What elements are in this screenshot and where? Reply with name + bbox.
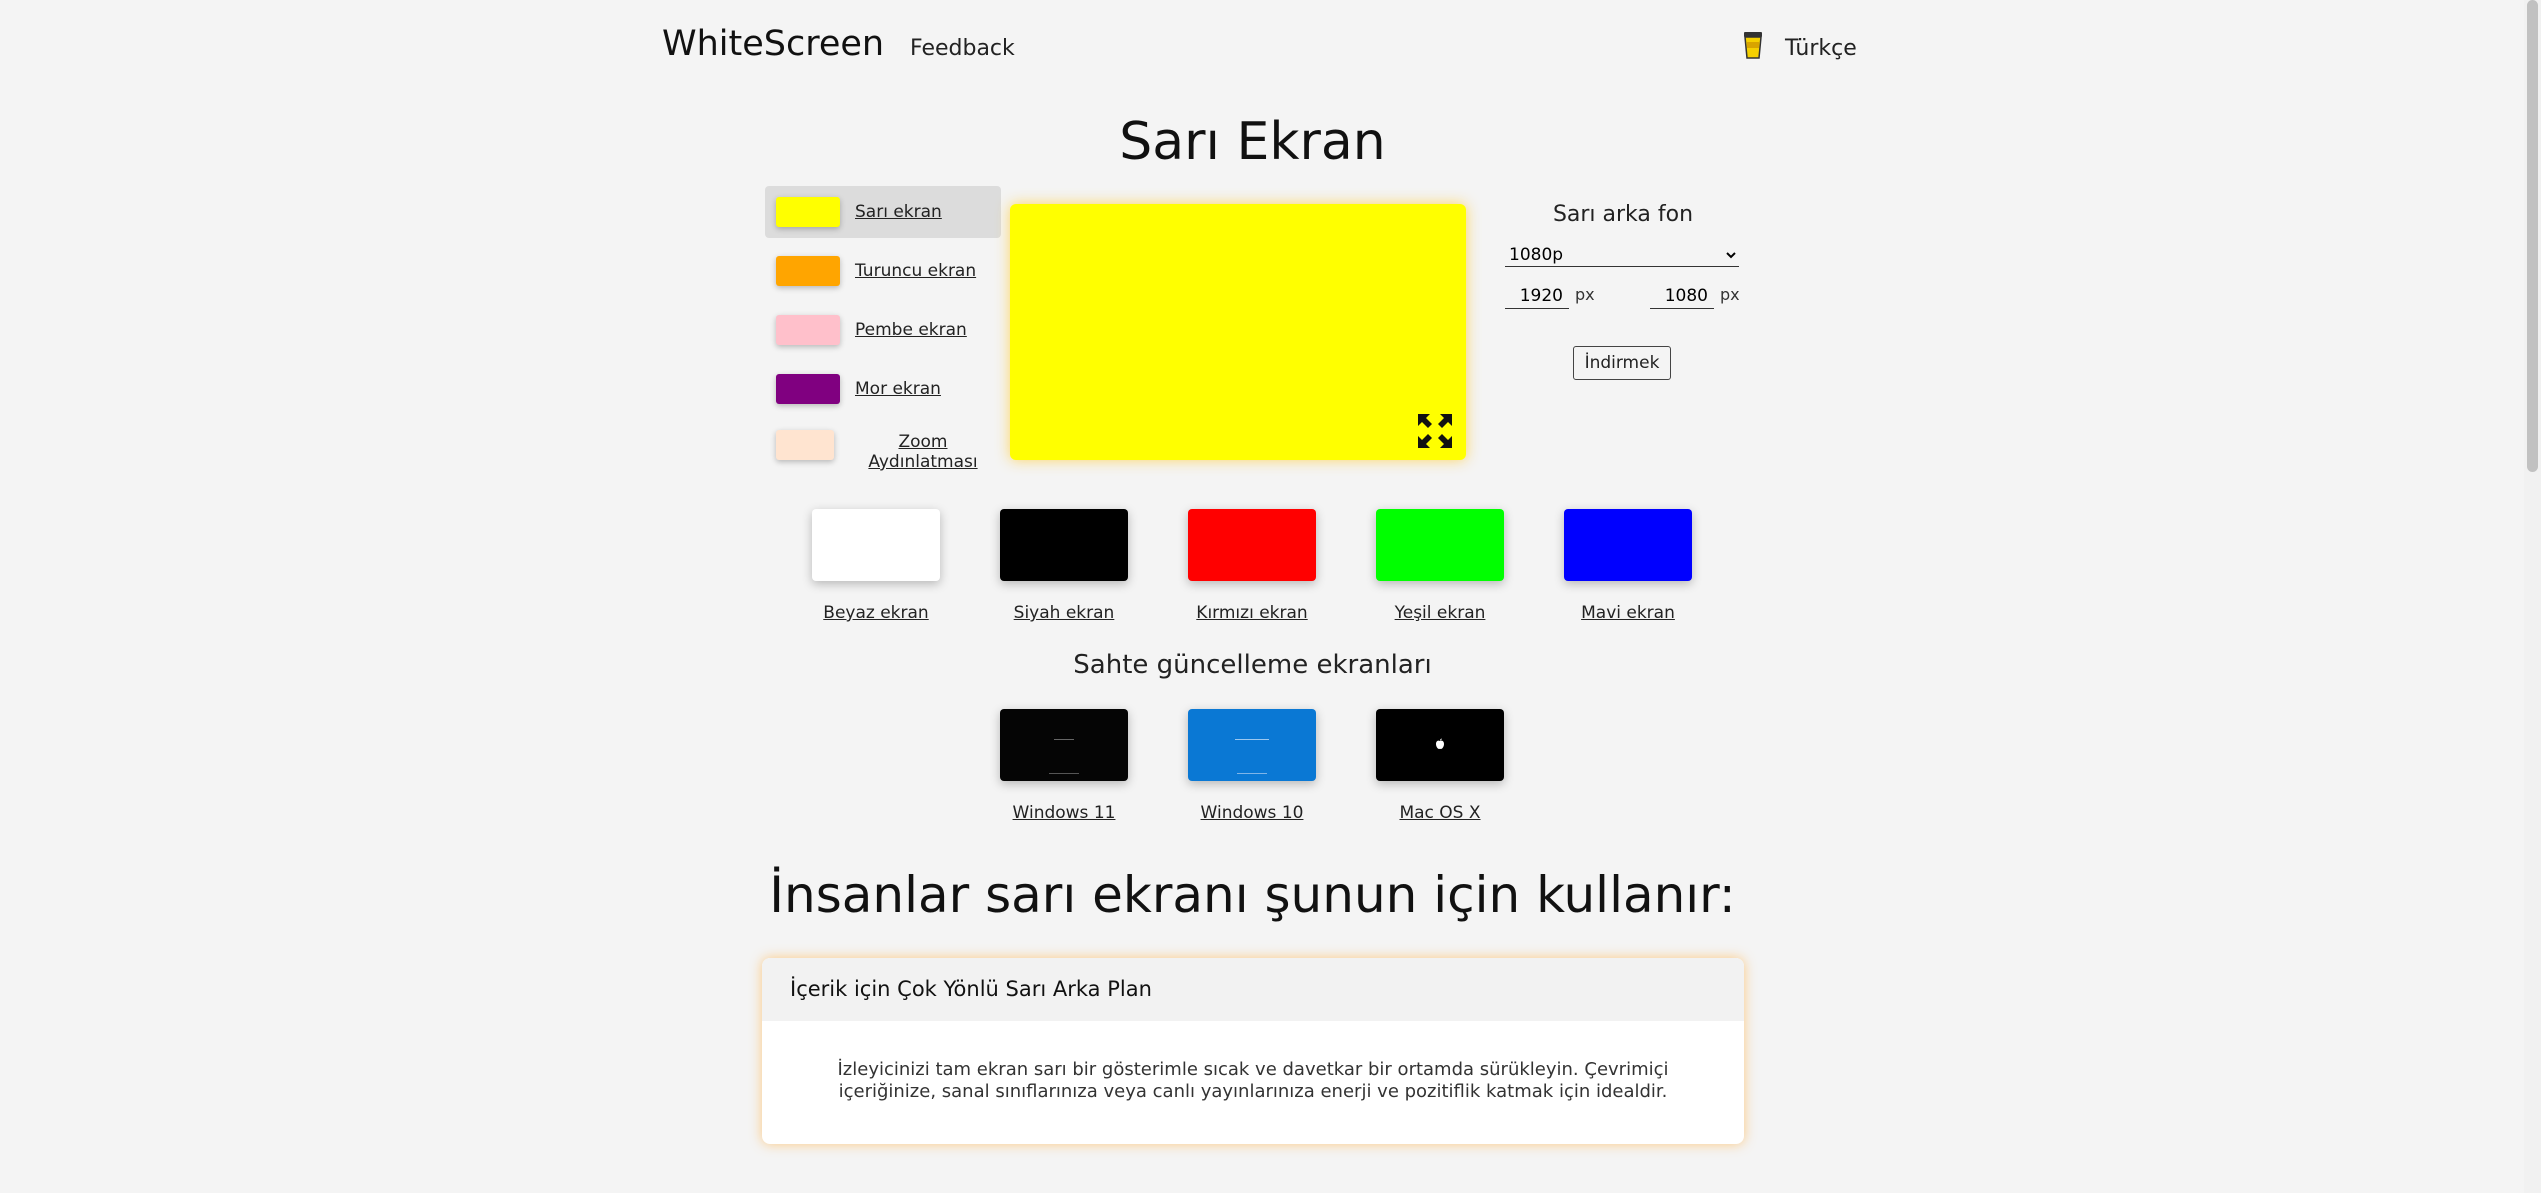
header: WhiteScreen Feedback Türkçe xyxy=(662,22,1857,82)
page-title: Sarı Ekran xyxy=(1119,112,1386,172)
grid-swatch xyxy=(1376,509,1504,581)
card-title: İçerik için Çok Yönlü Sarı Arka Plan xyxy=(762,958,1744,1021)
color-item-pink[interactable]: Pembe ekran xyxy=(765,304,1001,356)
uses-title: İnsanlar sarı ekranı şunun için kullanır… xyxy=(769,866,1736,924)
grid-label: Siyah ekran xyxy=(1013,603,1115,623)
color-swatch xyxy=(776,430,834,460)
grid-item-green[interactable]: Yeşil ekran xyxy=(1375,509,1505,623)
card-text: İzleyicinizi tam ekran sarı bir gösterim… xyxy=(837,1059,1669,1102)
fake-item-windows-11[interactable]: Windows 11 xyxy=(999,709,1129,823)
grid-swatch xyxy=(1188,509,1316,581)
feedback-link[interactable]: Feedback xyxy=(910,36,1015,61)
color-item-purple[interactable]: Mor ekran xyxy=(765,363,1001,415)
fake-item-mac-os-x[interactable]: Mac OS X xyxy=(1375,709,1505,823)
grid-swatch xyxy=(1000,509,1128,581)
color-item-label: Zoom Aydınlatması xyxy=(868,432,978,472)
windows-10-thumbnail xyxy=(1188,709,1316,781)
grid-item-black[interactable]: Siyah ekran xyxy=(999,509,1129,623)
color-item-label: Turuncu ekran xyxy=(855,261,977,281)
height-input[interactable] xyxy=(1650,283,1714,309)
apple-logo-icon xyxy=(1436,738,1444,749)
grid-label: Yeşil ekran xyxy=(1394,603,1486,623)
color-swatch xyxy=(776,315,840,345)
grid-label: Kırmızı ekran xyxy=(1196,603,1308,623)
mac-os-x-thumbnail xyxy=(1376,709,1504,781)
color-item-label: Mor ekran xyxy=(855,379,941,399)
color-item-zoom-lighting[interactable]: Zoom Aydınlatması xyxy=(765,422,1001,486)
grid-label: Mavi ekran xyxy=(1581,603,1675,623)
grid-item-red[interactable]: Kırmızı ekran xyxy=(1187,509,1317,623)
coffee-cup-icon[interactable] xyxy=(1742,30,1764,60)
windows-11-thumbnail xyxy=(1000,709,1128,781)
color-preview[interactable] xyxy=(1010,204,1466,460)
grid-item-blue[interactable]: Mavi ekran xyxy=(1563,509,1693,623)
controls-title: Sarı arka fon xyxy=(1552,202,1694,227)
width-unit: px xyxy=(1575,285,1595,304)
fake-item-windows-10[interactable]: Windows 10 xyxy=(1187,709,1317,823)
page-scrollbar[interactable] xyxy=(2524,0,2541,1193)
site-logo[interactable]: WhiteScreen xyxy=(662,24,884,64)
fullscreen-icon[interactable] xyxy=(1416,412,1454,450)
fake-item-label: Windows 11 xyxy=(1012,803,1116,823)
color-list: Sarı ekran Turuncu ekran Pembe ekran Mor… xyxy=(765,186,1001,493)
use-case-card: İçerik için Çok Yönlü Sarı Arka Plan İzl… xyxy=(762,958,1744,1144)
fake-updates-title: Sahte güncelleme ekranları xyxy=(1073,650,1432,680)
color-item-label: Sarı ekran xyxy=(855,202,942,222)
language-selector[interactable]: Türkçe xyxy=(1785,36,1857,61)
dimension-fields: px px xyxy=(1505,277,1741,317)
grid-swatch xyxy=(812,509,940,581)
color-item-label: Pembe ekran xyxy=(855,320,967,340)
grid-swatch xyxy=(1564,509,1692,581)
color-item-yellow[interactable]: Sarı ekran xyxy=(765,186,1001,238)
width-input[interactable] xyxy=(1505,283,1569,309)
scroll-thumb[interactable] xyxy=(2527,0,2538,472)
download-controls: Sarı arka fon 1080p px px İndirmek xyxy=(1505,202,1741,380)
color-item-orange[interactable]: Turuncu ekran xyxy=(765,245,1001,297)
color-swatch xyxy=(776,197,840,227)
grid-label: Beyaz ekran xyxy=(823,603,929,623)
fake-item-label: Windows 10 xyxy=(1200,803,1304,823)
fake-item-label: Mac OS X xyxy=(1399,803,1481,823)
color-swatch xyxy=(776,256,840,286)
color-swatch xyxy=(776,374,840,404)
grid-item-white[interactable]: Beyaz ekran xyxy=(811,509,941,623)
height-unit: px xyxy=(1720,285,1740,304)
download-button[interactable]: İndirmek xyxy=(1573,346,1671,380)
resolution-select[interactable]: 1080p xyxy=(1505,243,1739,267)
